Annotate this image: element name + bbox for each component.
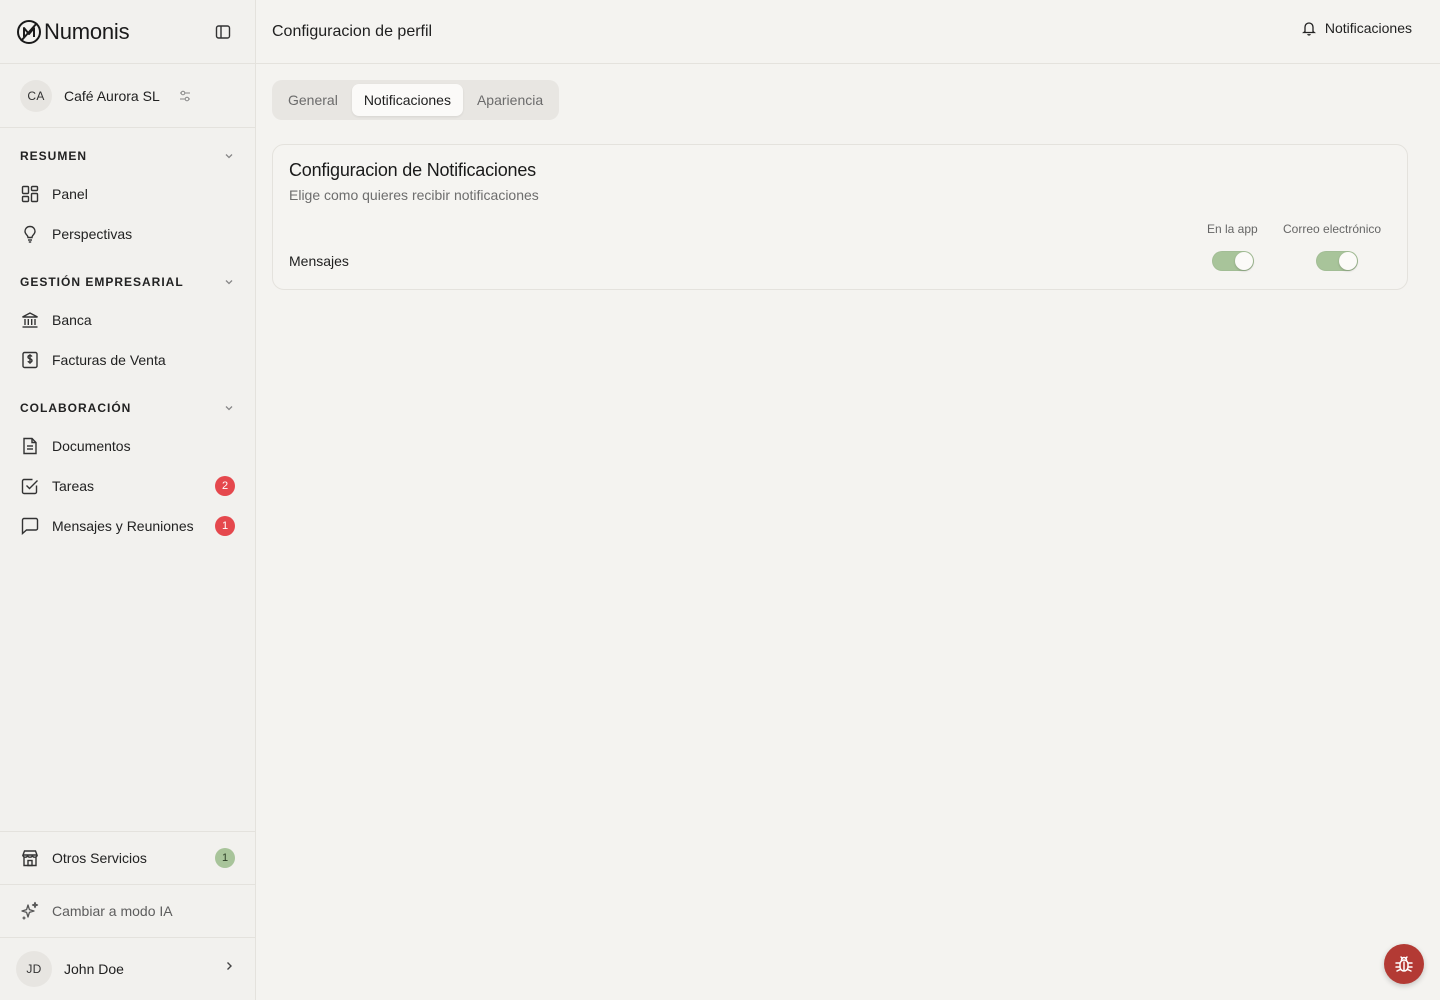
report-bug-button[interactable] <box>1384 944 1424 984</box>
org-avatar: CA <box>20 79 52 112</box>
card-title: Configuracion de Notificaciones <box>289 160 536 180</box>
bug-icon <box>1395 956 1413 972</box>
toggle-mensajes-in-app[interactable] <box>1212 251 1254 271</box>
panel-left-icon <box>215 25 231 39</box>
sidebar-toggle-button[interactable] <box>213 22 233 42</box>
brand-logo[interactable]: Numonis <box>16 18 130 45</box>
checkbox-icon <box>20 476 40 496</box>
org-name: Café Aurora SL <box>64 87 160 104</box>
brand-name: Numonis <box>44 18 130 44</box>
lightbulb-icon <box>20 224 40 244</box>
tasks-count-badge: 2 <box>215 476 235 496</box>
chevron-right-icon <box>227 962 232 970</box>
sidebar-item-label: Perspectivas <box>52 226 133 242</box>
user-avatar: JD <box>16 951 52 987</box>
section-title: GESTIÓN EMPRESARIAL <box>20 275 184 289</box>
section-resumen[interactable]: RESUMEN <box>0 144 255 168</box>
switch-ai-mode-button[interactable]: Cambiar a modo IA <box>0 884 255 937</box>
sidebar-item-mensajes-y-reuniones[interactable]: Mensajes y Reuniones 1 <box>0 506 255 546</box>
invoice-icon <box>20 350 40 370</box>
sidebar-item-label: Documentos <box>52 438 131 454</box>
sidebar-item-facturas-de-venta[interactable]: Facturas de Venta <box>0 340 255 380</box>
section-colaboracion[interactable]: COLABORACIÓN <box>0 396 255 420</box>
section-title: COLABORACIÓN <box>20 401 132 415</box>
section-title: RESUMEN <box>20 149 88 163</box>
org-settings-icon[interactable] <box>178 89 192 103</box>
sidebar-item-tareas[interactable]: Tareas 2 <box>0 466 255 506</box>
message-icon <box>20 516 40 536</box>
top-bar: Configuracion de perfil Notificaciones <box>256 0 1440 64</box>
settings-tabs: General Notificaciones Apariencia <box>272 80 560 120</box>
store-icon <box>20 848 40 868</box>
sidebar-item-banca[interactable]: Banca <box>0 300 255 340</box>
sidebar-item-label: Mensajes y Reuniones <box>52 518 194 534</box>
bell-icon <box>1301 22 1316 36</box>
chevron-down-icon <box>225 154 233 159</box>
card-subtitle: Elige como quieres recibir notificacione… <box>289 187 539 203</box>
notifications-button[interactable]: Notificaciones <box>1301 20 1412 36</box>
sidebar-item-otros-servicios[interactable]: Otros Servicios 1 <box>0 831 255 884</box>
notification-settings-card: Configuracion de Notificaciones Elige co… <box>272 144 1408 290</box>
tab-apariencia[interactable]: Apariencia <box>465 84 555 116</box>
row-label-mensajes: Mensajes <box>289 253 349 269</box>
tab-notificaciones[interactable]: Notificaciones <box>351 84 463 116</box>
sidebar-item-label: Banca <box>52 312 92 328</box>
messages-count-badge: 1 <box>215 516 235 536</box>
tab-general[interactable]: General <box>276 84 350 116</box>
bank-icon <box>20 310 40 330</box>
column-header-email: Correo electrónico <box>1283 222 1382 236</box>
user-menu[interactable]: JD John Doe <box>0 937 255 1000</box>
sidebar-footer: Otros Servicios 1 Cambiar a modo IA JD J… <box>0 831 255 1000</box>
toggle-mensajes-email[interactable] <box>1316 251 1358 271</box>
chevron-down-icon <box>225 406 233 411</box>
organization-switcher[interactable]: CA Café Aurora SL <box>0 64 255 128</box>
sidebar-item-documentos[interactable]: Documentos <box>0 426 255 466</box>
sidebar-item-label: Facturas de Venta <box>52 352 166 368</box>
chevron-down-icon <box>225 280 233 285</box>
toggle-knob <box>1339 252 1357 270</box>
column-header-in-app: En la app <box>1207 222 1258 236</box>
user-name: John Doe <box>64 961 124 977</box>
ai-mode-label: Cambiar a modo IA <box>52 903 173 919</box>
sidebar-item-label: Otros Servicios <box>52 850 147 866</box>
numonis-logo-icon <box>17 19 41 44</box>
page-title: Configuracion de perfil <box>272 22 433 40</box>
other-services-badge: 1 <box>215 848 235 868</box>
toggle-knob <box>1235 252 1253 270</box>
brand-header: Numonis <box>0 0 255 64</box>
sparkles-icon <box>20 901 40 921</box>
sidebar-item-panel[interactable]: Panel <box>0 174 255 214</box>
section-gestion-empresarial[interactable]: GESTIÓN EMPRESARIAL <box>0 270 255 294</box>
document-icon <box>20 436 40 456</box>
sidebar-item-label: Tareas <box>52 478 95 494</box>
dashboard-icon <box>20 184 40 204</box>
sidebar: Numonis CA Café Aurora SL RESUMEN Panel … <box>0 0 256 1000</box>
notifications-label: Notificaciones <box>1324 20 1412 36</box>
sidebar-item-label: Panel <box>52 186 88 202</box>
sidebar-item-perspectivas[interactable]: Perspectivas <box>0 214 255 254</box>
